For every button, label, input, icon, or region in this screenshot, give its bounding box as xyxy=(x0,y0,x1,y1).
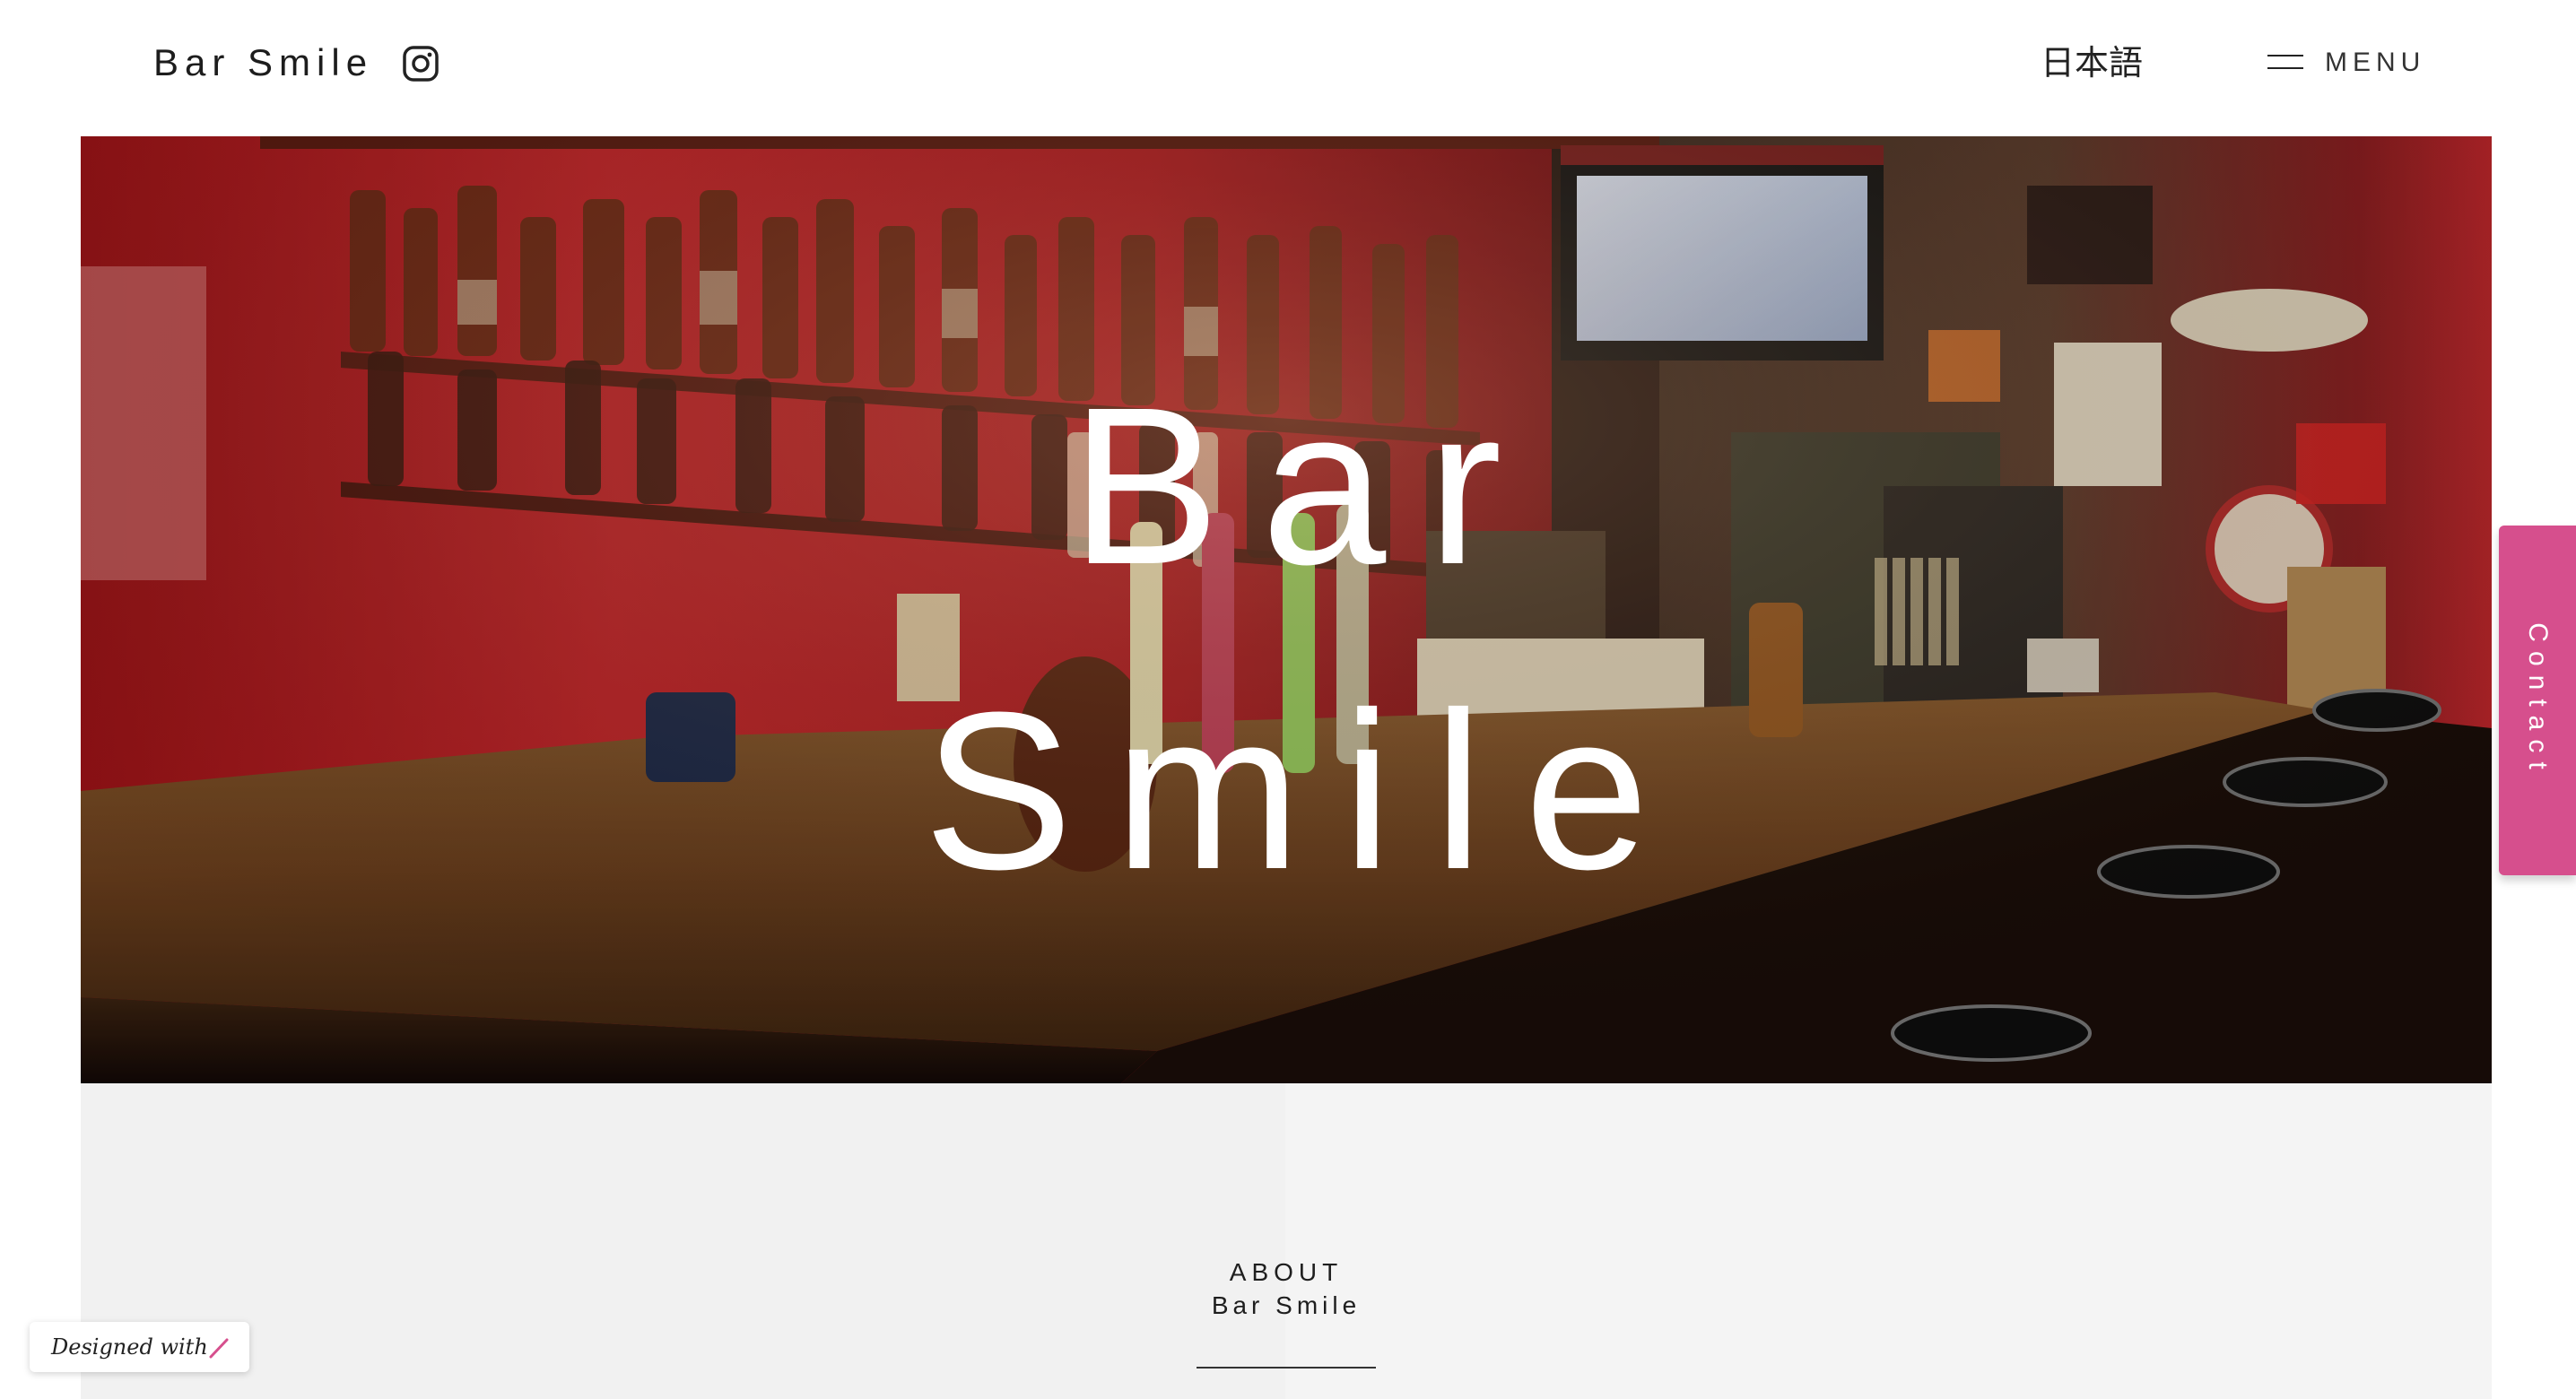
about-title: ABOUT xyxy=(1229,1258,1344,1286)
site-header: Bar Smile 日本語 MENU xyxy=(0,0,2576,136)
hero-section: Bar Smile xyxy=(81,136,2492,1083)
about-left-panel xyxy=(81,1083,1285,1399)
language-switch[interactable]: 日本語 xyxy=(2041,39,2143,86)
instagram-icon[interactable] xyxy=(402,45,439,83)
hamburger-icon xyxy=(2267,55,2303,71)
hero-title: Bar Smile xyxy=(81,334,2492,943)
about-section: ABOUT Bar Smile xyxy=(81,1083,2492,1399)
hero-title-line-2: Smile xyxy=(923,665,1691,916)
about-divider xyxy=(1197,1367,1376,1369)
menu-button[interactable]: MENU xyxy=(2267,43,2429,83)
about-subtitle: Bar Smile xyxy=(1211,1291,1362,1319)
designed-with-badge[interactable]: Designed with xyxy=(30,1322,249,1372)
contact-tab[interactable]: Contact xyxy=(2499,526,2576,875)
menu-label: MENU xyxy=(2325,48,2426,77)
pen-icon xyxy=(209,1338,229,1359)
designed-with-label: Designed with xyxy=(51,1334,208,1360)
site-logo[interactable]: Bar Smile xyxy=(153,39,373,86)
about-heading: ABOUT Bar Smile xyxy=(81,1256,2492,1323)
hero-title-line-1: Bar xyxy=(1070,361,1544,611)
contact-label: Contact xyxy=(2523,622,2553,778)
